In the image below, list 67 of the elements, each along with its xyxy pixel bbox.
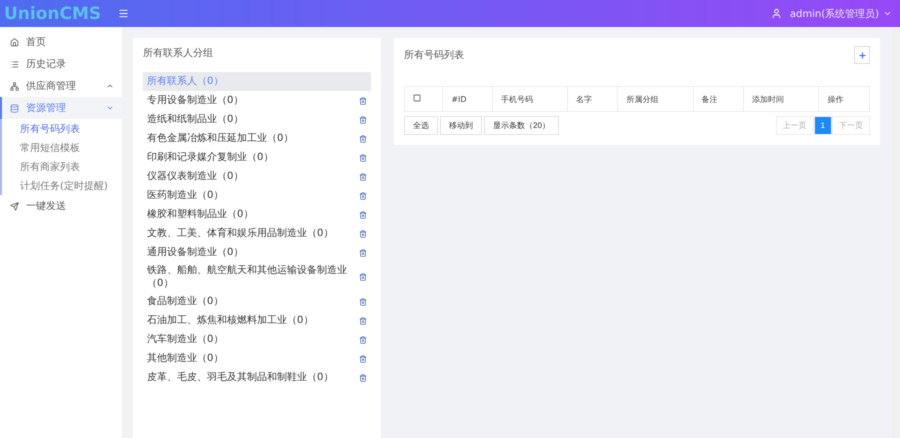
delete-icon[interactable] xyxy=(359,230,367,238)
action-button[interactable]: 移动到 xyxy=(440,116,482,135)
logo: UnionCMS xyxy=(4,4,102,24)
group-item[interactable]: 橡胶和塑料制品业（0） xyxy=(143,205,371,224)
nav-icon xyxy=(10,82,19,90)
sidebar-item[interactable]: 一键发送 xyxy=(0,195,122,217)
add-button[interactable] xyxy=(854,46,870,64)
user-name[interactable]: admin(系统管理员) xyxy=(790,6,879,20)
page-button[interactable]: 1 xyxy=(814,116,832,135)
action-button[interactable]: 显示条数（20） xyxy=(484,116,559,135)
checkbox[interactable] xyxy=(413,94,421,102)
delete-icon[interactable] xyxy=(359,336,367,344)
delete-icon[interactable] xyxy=(359,116,367,124)
sidebar-subitem[interactable]: 所有商家列表 xyxy=(2,157,122,176)
chevron-up-icon xyxy=(106,82,114,90)
action-button[interactable]: 全选 xyxy=(404,116,438,135)
delete-icon[interactable] xyxy=(359,192,367,200)
group-item[interactable]: 石油加工、炼焦和核燃料加工业（0） xyxy=(143,311,371,330)
sidebar-item[interactable]: 历史记录 xyxy=(0,53,122,75)
table-header: #ID xyxy=(442,86,492,112)
user-icon xyxy=(770,8,782,19)
delete-icon[interactable] xyxy=(359,248,367,256)
delete-icon[interactable] xyxy=(359,273,367,281)
group-item[interactable]: 专用设备制造业（0） xyxy=(143,91,371,110)
delete-icon[interactable] xyxy=(359,354,367,362)
group-item[interactable]: 铁路、船舶、航空航天和其他运输设备制造业（0） xyxy=(143,262,371,292)
group-item[interactable]: 通用设备制造业（0） xyxy=(143,243,371,262)
sidebar-item[interactable]: 供应商管理 xyxy=(0,75,122,97)
group-item[interactable]: 有色金属冶炼和压延加工业（0） xyxy=(143,129,371,148)
group-item[interactable]: 造纸和纸制品业（0） xyxy=(143,110,371,129)
scrollbar[interactable] xyxy=(892,27,900,438)
group-item[interactable]: 文教、工美、体育和娱乐用品制造业（0） xyxy=(143,224,371,243)
table-header: 添加时间 xyxy=(744,86,819,112)
nav-icon xyxy=(10,202,19,210)
menu-icon[interactable] xyxy=(118,8,129,19)
nav-icon xyxy=(10,60,19,68)
sidebar-subitem[interactable]: 所有号码列表 xyxy=(2,119,122,138)
delete-icon[interactable] xyxy=(359,374,367,382)
table-header: 备注 xyxy=(693,86,744,112)
chevron-down-icon[interactable] xyxy=(883,9,892,18)
group-item[interactable]: 食品制造业（0） xyxy=(143,292,371,311)
delete-icon[interactable] xyxy=(359,172,367,180)
group-item[interactable]: 仪器仪表制造业（0） xyxy=(143,167,371,186)
table-header: 手机号码 xyxy=(492,86,568,112)
group-item[interactable]: 印刷和记录媒介复制业（0） xyxy=(143,148,371,167)
group-item[interactable]: 汽车制造业（0） xyxy=(143,330,371,349)
group-item[interactable]: 皮革、毛皮、羽毛及其制品和制鞋业（0） xyxy=(143,368,371,387)
nav-icon xyxy=(10,38,19,46)
delete-icon[interactable] xyxy=(359,316,367,324)
delete-icon[interactable] xyxy=(359,96,367,104)
panel-title: 所有联系人分组 xyxy=(143,46,214,60)
nav-icon xyxy=(10,104,19,112)
delete-icon[interactable] xyxy=(359,298,367,306)
sidebar-subitem[interactable]: 常用短信模板 xyxy=(2,138,122,157)
sidebar-item[interactable]: 首页 xyxy=(0,31,122,53)
table-header: 操作 xyxy=(818,86,870,112)
table-header: 名字 xyxy=(567,86,618,112)
delete-icon[interactable] xyxy=(359,134,367,142)
panel-title: 所有号码列表 xyxy=(404,48,464,62)
chevron-down-icon xyxy=(106,104,114,112)
group-item[interactable]: 其他制造业（0） xyxy=(143,349,371,368)
group-item[interactable]: 医药制造业（0） xyxy=(143,186,371,205)
plus-icon xyxy=(858,50,866,60)
table-header: 所属分组 xyxy=(618,86,694,112)
delete-icon[interactable] xyxy=(359,154,367,162)
sidebar-subitem[interactable]: 计划任务(定时提醒) xyxy=(2,176,122,195)
delete-icon[interactable] xyxy=(359,210,367,218)
